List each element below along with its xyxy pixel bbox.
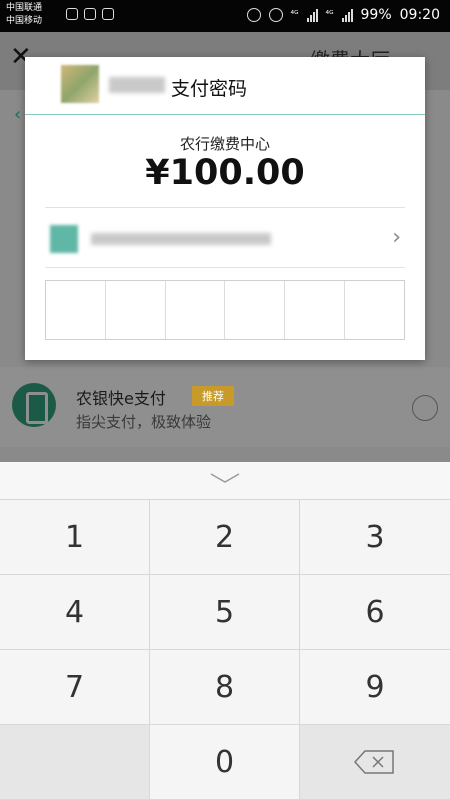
- password-input[interactable]: [45, 280, 405, 340]
- net-type-2: ⁴ᴳ: [325, 10, 334, 20]
- chevron-right-icon: ›: [392, 225, 401, 250]
- key-0[interactable]: 0: [150, 725, 300, 800]
- blurred-card-info: [91, 233, 271, 245]
- clock: 09:20: [399, 7, 440, 23]
- blurred-username: [109, 77, 165, 93]
- payment-option-row[interactable]: 农银快e支付 推荐 指尖支付，极致体验: [0, 367, 450, 447]
- hide-keyboard-button[interactable]: [0, 462, 450, 500]
- key-8[interactable]: 8: [150, 650, 300, 725]
- wechat-icon: [84, 8, 96, 20]
- payment-password-dialog: 支付密码 农行缴费中心 ¥100.00 ›: [25, 57, 425, 360]
- key-9[interactable]: 9: [300, 650, 450, 725]
- abc-bank-logo-icon: [12, 383, 56, 427]
- alarm-icon: [246, 8, 261, 22]
- notification-icons: [66, 8, 114, 20]
- back-arrow-icon[interactable]: ‹: [14, 104, 21, 125]
- backspace-icon: [353, 750, 394, 774]
- card-icon: [50, 225, 78, 253]
- divider: [45, 207, 405, 208]
- password-cell-1: [46, 281, 106, 339]
- carrier-1: 中国联通: [6, 3, 43, 13]
- payment-option-name: 农银快e支付: [76, 389, 166, 408]
- carrier-2: 中国移动: [6, 16, 43, 26]
- signal-icon-2: [341, 8, 353, 22]
- health-icon: [66, 8, 78, 20]
- net-type-1: ⁴ᴳ: [290, 10, 299, 20]
- payment-option-radio[interactable]: [412, 395, 438, 421]
- title-divider: [25, 114, 425, 115]
- wifi-icon: [268, 8, 283, 22]
- carrier-labels: 中国联通 中国移动: [6, 2, 42, 28]
- key-4[interactable]: 4: [0, 575, 150, 650]
- lock-icon: [102, 8, 114, 20]
- divider: [45, 267, 405, 268]
- numeric-keypad: 1 2 3 4 5 6 7 8 9 0: [0, 462, 450, 800]
- payment-card-selector[interactable]: ›: [45, 209, 405, 267]
- key-2[interactable]: 2: [150, 500, 300, 575]
- key-blank: [0, 725, 150, 800]
- password-cell-3: [166, 281, 226, 339]
- payment-option-subtitle: 指尖支付，极致体验: [76, 413, 212, 431]
- key-1[interactable]: 1: [0, 500, 150, 575]
- payment-amount: ¥100.00: [145, 153, 305, 193]
- recommend-badge: 推荐: [192, 386, 234, 406]
- key-3[interactable]: 3: [300, 500, 450, 575]
- keypad-grid: 1 2 3 4 5 6 7 8 9 0: [0, 500, 450, 800]
- password-cell-5: [285, 281, 346, 339]
- status-right: ⁴ᴳ ⁴ᴳ 99% 09:20: [246, 7, 440, 23]
- password-cell-4: [225, 281, 286, 339]
- user-avatar: [61, 65, 99, 103]
- key-5[interactable]: 5: [150, 575, 300, 650]
- key-7[interactable]: 7: [0, 650, 150, 725]
- battery-level: 99%: [360, 7, 392, 23]
- chevron-down-icon: [210, 473, 240, 483]
- key-6[interactable]: 6: [300, 575, 450, 650]
- signal-icon: [306, 8, 318, 22]
- status-bar: 中国联通 中国移动 ⁴ᴳ ⁴ᴳ 99% 09:20: [0, 0, 450, 32]
- merchant-name: 农行缴费中心: [179, 135, 270, 153]
- password-cell-2: [106, 281, 166, 339]
- backspace-key[interactable]: [300, 725, 450, 800]
- dialog-title: 支付密码: [171, 78, 248, 100]
- password-cell-6: [345, 281, 404, 339]
